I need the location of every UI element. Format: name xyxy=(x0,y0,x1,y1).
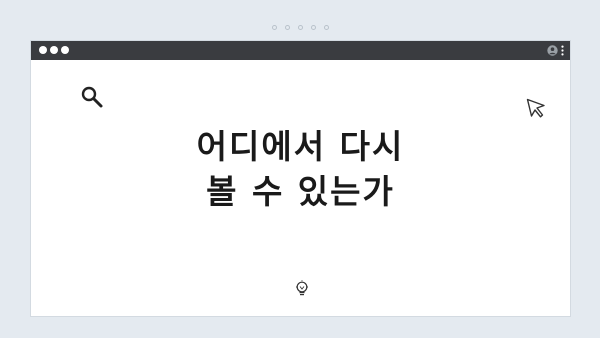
window-minimize-button[interactable] xyxy=(50,46,58,54)
browser-window: 어디에서 다시 볼 수 있는가 xyxy=(30,40,571,317)
window-titlebar xyxy=(31,41,570,60)
heading-line-2: 볼 수 있는가 xyxy=(206,172,395,211)
lightbulb-icon xyxy=(296,280,308,296)
window-maximize-button[interactable] xyxy=(61,46,69,54)
indicator-dot[interactable] xyxy=(323,25,329,30)
indicator-dot[interactable] xyxy=(310,25,316,30)
window-content: 어디에서 다시 볼 수 있는가 xyxy=(31,60,570,317)
window-close-button[interactable] xyxy=(39,46,47,54)
indicator-dot[interactable] xyxy=(271,25,277,30)
carousel-indicator xyxy=(0,25,600,30)
titlebar-actions xyxy=(547,44,564,57)
main-heading: 어디에서 다시 볼 수 있는가 xyxy=(31,124,570,214)
indicator-dot[interactable] xyxy=(297,25,303,30)
indicator-dot[interactable] xyxy=(284,25,290,30)
search-icon xyxy=(81,86,103,108)
cursor-arrow-icon xyxy=(526,98,545,118)
page: 어디에서 다시 볼 수 있는가 xyxy=(0,0,600,338)
more-vertical-icon[interactable] xyxy=(561,45,564,56)
user-icon[interactable] xyxy=(547,45,558,56)
heading-line-1: 어디에서 다시 xyxy=(196,127,405,166)
